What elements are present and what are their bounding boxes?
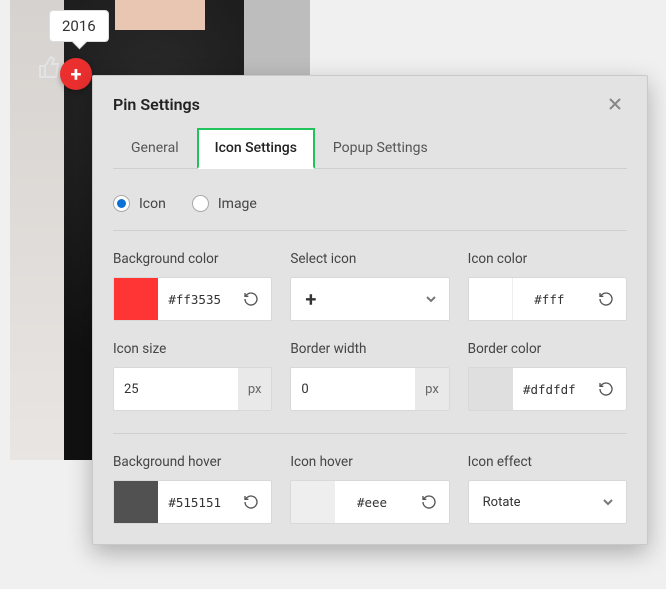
color-control[interactable]: #fff	[468, 277, 627, 321]
tabs: General Icon Settings Popup Settings	[113, 128, 627, 169]
radio-image[interactable]: Image	[192, 195, 257, 212]
field-label: Icon size	[113, 341, 272, 357]
reset-icon[interactable]	[586, 368, 626, 410]
field-label: Icon color	[468, 251, 627, 267]
modal-title: Pin Settings	[113, 95, 200, 114]
color-control[interactable]: #dfdfdf	[468, 367, 627, 411]
field-border-color: Border color #dfdfdf	[468, 341, 627, 411]
radio-indicator	[192, 195, 209, 212]
chevron-down-icon	[425, 293, 437, 305]
icon-picker[interactable]: +	[290, 277, 449, 321]
tab-general[interactable]: General	[113, 128, 197, 168]
pin-settings-modal: Pin Settings General Icon Settings Popup…	[92, 75, 648, 545]
color-control[interactable]: #eee	[290, 480, 449, 524]
field-label: Background hover	[113, 454, 272, 470]
field-icon-size: Icon size px	[113, 341, 272, 411]
unit-label: px	[415, 368, 448, 410]
field-background-hover: Background hover #515151	[113, 454, 272, 524]
number-control[interactable]: px	[113, 367, 272, 411]
color-control[interactable]: #ff3535	[113, 277, 272, 321]
reset-icon[interactable]	[231, 481, 271, 523]
color-value: #dfdfdf	[513, 368, 586, 410]
field-select-icon: Select icon +	[290, 251, 449, 321]
color-swatch[interactable]	[469, 368, 513, 410]
select-value: Rotate	[483, 495, 521, 510]
color-control[interactable]: #515151	[113, 480, 272, 524]
reset-icon[interactable]	[409, 481, 449, 523]
color-swatch[interactable]	[114, 278, 158, 320]
close-icon[interactable]	[603, 92, 627, 116]
field-icon-effect: Icon effect Rotate	[468, 454, 627, 524]
field-label: Border color	[468, 341, 627, 357]
icon-size-input[interactable]	[114, 368, 238, 410]
field-icon-color: Icon color #fff	[468, 251, 627, 321]
pin-tooltip-year: 2016	[49, 10, 109, 42]
color-value: #515151	[158, 481, 231, 523]
radio-indicator	[113, 195, 130, 212]
field-label: Icon hover	[290, 454, 449, 470]
field-border-width: Border width px	[290, 341, 449, 411]
color-swatch[interactable]	[291, 481, 335, 523]
color-swatch[interactable]	[469, 278, 513, 320]
unit-label: px	[238, 368, 271, 410]
pin-type-radio-group: Icon Image	[113, 189, 627, 231]
reset-icon[interactable]	[231, 278, 271, 320]
thumb-icon	[38, 55, 62, 79]
field-background-color: Background color #ff3535	[113, 251, 272, 321]
reset-icon[interactable]	[586, 278, 626, 320]
add-pin-button[interactable]: +	[60, 58, 92, 90]
color-value: #eee	[335, 481, 408, 523]
radio-icon[interactable]: Icon	[113, 195, 166, 212]
tab-popup-settings[interactable]: Popup Settings	[315, 128, 446, 168]
color-value: #ff3535	[158, 278, 231, 320]
color-value: #fff	[513, 278, 586, 320]
field-label: Border width	[290, 341, 449, 357]
color-swatch[interactable]	[114, 481, 158, 523]
chevron-down-icon	[602, 496, 614, 508]
field-label: Background color	[113, 251, 272, 267]
field-label: Select icon	[290, 251, 449, 267]
tab-icon-settings[interactable]: Icon Settings	[197, 128, 315, 169]
radio-label: Icon	[139, 196, 166, 212]
radio-label: Image	[218, 196, 257, 212]
border-width-input[interactable]	[291, 368, 415, 410]
number-control[interactable]: px	[290, 367, 449, 411]
icon-effect-select[interactable]: Rotate	[468, 480, 627, 524]
field-icon-hover: Icon hover #eee	[290, 454, 449, 524]
plus-icon: +	[305, 287, 316, 311]
field-label: Icon effect	[468, 454, 627, 470]
